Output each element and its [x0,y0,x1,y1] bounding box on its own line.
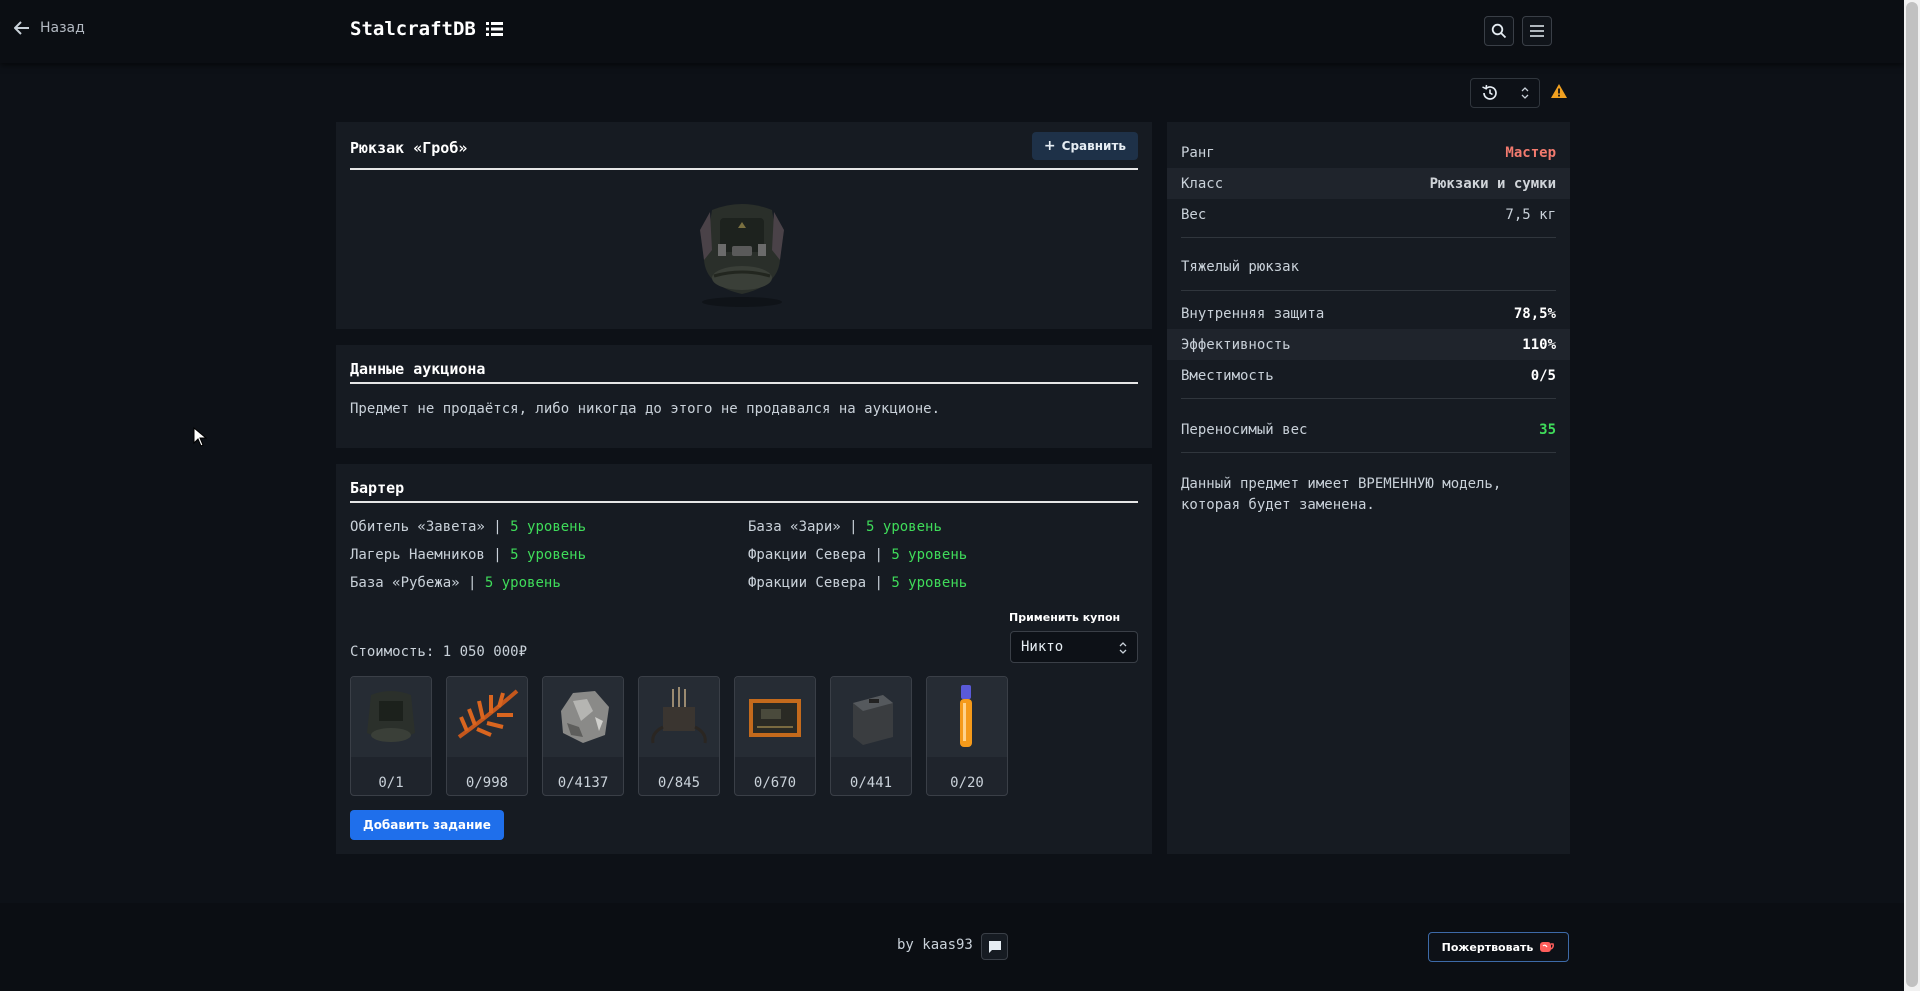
hamburger-icon [1530,25,1544,37]
back-label: Назад [40,20,85,36]
barter-entry: Лагерь Наемников | 5 уровень [350,547,587,563]
barter-entry: Фракции Севера | 5 уровень [748,547,968,563]
auction-title: Данные аукциона [350,360,486,378]
title-divider [350,168,1138,170]
chat-icon [988,940,1001,953]
stats-divider [1181,452,1556,453]
chat-button[interactable] [981,933,1008,960]
ingredient-count: 0/4137 [557,775,609,791]
ingredient-slot[interactable]: 0/4137 [542,676,624,796]
auction-card: Данные аукциона Предмет не продаётся, ли… [336,345,1152,448]
scrollbar-thumb[interactable] [1906,2,1918,987]
backpack-icon [351,677,431,757]
ingredient-slot[interactable]: 0/845 [638,676,720,796]
coupon-label: Применить купон [1009,611,1121,624]
compare-label: Сравнить [1061,139,1126,153]
backpack-image [700,204,784,307]
ingredient-count: 0/670 [753,775,797,791]
stat-protection: Внутренняя защита 78,5% [1181,305,1556,322]
ingredient-count: 0/441 [849,775,893,791]
search-button[interactable] [1484,16,1514,46]
footer: by kaas93 [0,903,1904,991]
back-button[interactable]: Назад [14,20,85,36]
auction-message: Предмет не продаётся, либо никогда до эт… [350,401,941,417]
temp-model-note: Данный предмет имеет ВРЕМЕННУЮ модель, к… [1181,476,1502,513]
stat-carry-weight: Переносимый вес 35 [1181,421,1556,438]
barter-cost: Стоимость: 1 050 000₽ [350,644,528,660]
barter-entry: Фракции Севера | 5 уровень [748,575,968,591]
brand-logo[interactable]: StalcraftDB [350,18,503,40]
compare-button[interactable]: + Сравнить [1031,132,1138,160]
vial-icon [927,677,1007,757]
ingredient-count: 0/845 [657,775,701,791]
coupon-value: Никто [1021,639,1064,655]
brand-name: StalcraftDB [350,18,476,40]
barter-entry: Обитель «Завета» | 5 уровень [350,519,587,535]
ingredient-slot[interactable]: 0/1 [350,676,432,796]
orange-fern-icon [447,677,527,757]
stats-divider [1181,398,1556,399]
history-icon [1482,84,1497,100]
barter-divider [350,501,1138,503]
stats-divider [1181,290,1556,291]
ingredient-slot[interactable]: 0/441 [830,676,912,796]
auction-divider [350,382,1138,384]
stat-weight: Вес 7,5 кг [1181,206,1556,223]
item-type: Тяжелый рюкзак [1181,259,1300,275]
donate-label: Пожертвовать [1441,940,1534,954]
barter-title: Бартер [350,479,405,497]
version-history-select[interactable] [1470,78,1540,108]
stat-rank: Ранг Мастер [1181,144,1556,161]
barter-entry: База «Зари» | 5 уровень [748,519,942,535]
search-icon [1491,23,1507,39]
footer-author: by kaas93 [897,937,973,953]
stat-class: Класс Рюкзаки и сумки [1167,168,1570,199]
top-bar: Назад StalcraftDB [0,0,1904,63]
ingredient-count: 0/1 [378,775,404,791]
add-task-button[interactable]: Добавить задание [350,810,504,840]
device-part-icon [639,677,719,757]
battery-case-icon [831,677,911,757]
barter-entry: База «Рубежа» | 5 уровень [350,575,561,591]
ingredient-count: 0/998 [465,775,509,791]
stat-capacity: Вместимость 0/5 [1181,367,1556,384]
donate-button[interactable]: Пожертвовать [1428,932,1569,962]
coffee-cup-icon [1540,942,1555,952]
ingredient-count: 0/20 [950,775,984,791]
circuit-board-icon [735,677,815,757]
warning-icon[interactable] [1550,83,1568,103]
updown-chevron-icon [1119,642,1127,654]
ore-chunk-icon [543,677,623,757]
ingredient-slot[interactable]: 0/998 [446,676,528,796]
menu-button[interactable] [1522,16,1552,46]
updown-chevron-icon [1521,87,1529,99]
arrow-left-icon [14,21,29,35]
stats-divider [1181,237,1556,238]
ingredient-slot[interactable]: 0/20 [926,676,1008,796]
stat-efficiency: Эффективность 110% [1167,329,1570,360]
mouse-cursor-icon [193,427,207,447]
item-card: Рюкзак «Гроб» + Сравнить [336,122,1152,329]
item-title: Рюкзак «Гроб» [350,139,468,157]
database-list-icon [485,22,503,36]
ingredient-slot[interactable]: 0/670 [734,676,816,796]
coupon-select[interactable]: Никто [1010,631,1138,663]
plus-icon: + [1043,138,1056,154]
